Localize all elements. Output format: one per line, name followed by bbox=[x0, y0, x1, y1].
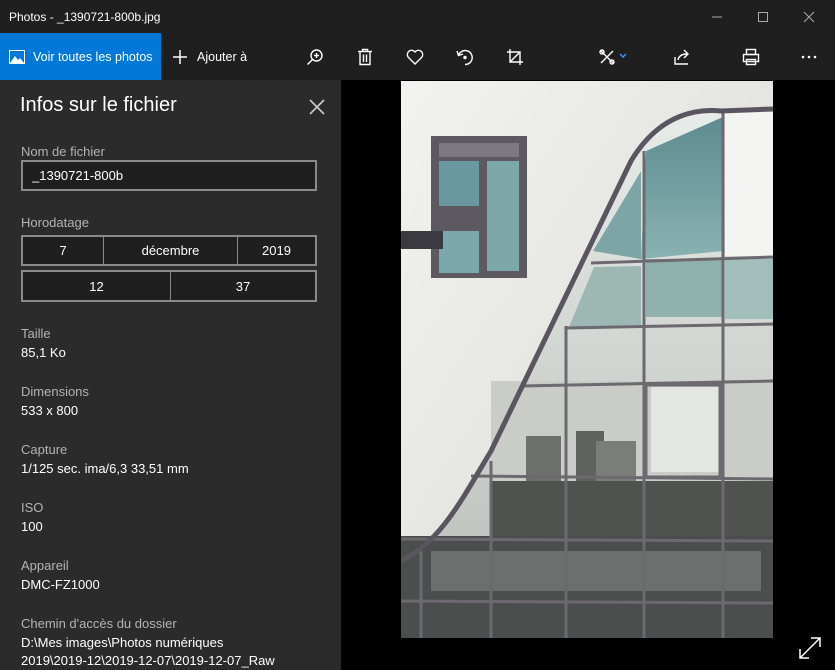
maximize-icon bbox=[758, 11, 768, 22]
filename-input[interactable] bbox=[23, 162, 315, 189]
more-options-button[interactable] bbox=[792, 33, 826, 80]
size-label: Taille bbox=[21, 326, 51, 341]
date-picker[interactable]: 7 décembre 2019 bbox=[21, 235, 317, 266]
maximize-button[interactable] bbox=[740, 0, 786, 33]
device-value: DMC-FZ1000 bbox=[21, 577, 100, 592]
fullscreen-button[interactable] bbox=[797, 635, 823, 661]
year-field[interactable]: 2019 bbox=[237, 237, 315, 264]
dimensions-label: Dimensions bbox=[21, 384, 89, 399]
crop-icon bbox=[507, 48, 523, 65]
gallery-icon bbox=[9, 49, 25, 64]
expand-icon bbox=[799, 637, 821, 659]
toolbar: Voir toutes les photos Ajouter à bbox=[0, 33, 835, 80]
capture-value: 1/125 sec. ima/6,3 33,51 mm bbox=[21, 461, 189, 476]
folder-path-line-1: D:\Mes images\Photos numériques bbox=[21, 635, 224, 650]
delete-icon bbox=[358, 48, 372, 65]
minute-field[interactable]: 37 bbox=[170, 272, 315, 300]
crop-button[interactable] bbox=[498, 33, 532, 80]
zoom-icon bbox=[307, 48, 323, 65]
rotate-icon bbox=[456, 49, 473, 65]
month-field[interactable]: décembre bbox=[103, 237, 237, 264]
delete-button[interactable] bbox=[348, 33, 382, 80]
close-icon bbox=[803, 11, 815, 22]
close-window-button[interactable] bbox=[786, 0, 832, 33]
add-to-button[interactable]: Ajouter à bbox=[172, 33, 247, 80]
heart-icon bbox=[406, 49, 424, 65]
edit-button[interactable] bbox=[590, 33, 640, 80]
size-value: 85,1 Ko bbox=[21, 345, 66, 360]
panel-title: Infos sur le fichier bbox=[20, 94, 177, 116]
close-icon bbox=[309, 99, 325, 115]
title-bar: Photos - _1390721-800b.jpg bbox=[0, 0, 835, 33]
add-to-label: Ajouter à bbox=[197, 49, 248, 64]
view-all-photos-button[interactable]: Voir toutes les photos bbox=[0, 33, 161, 80]
iso-label: ISO bbox=[21, 500, 44, 515]
photo bbox=[401, 81, 773, 638]
share-icon bbox=[674, 49, 689, 65]
window-title: Photos - _1390721-800b.jpg bbox=[9, 9, 161, 24]
folder-path-line-2: 2019\2019-12\2019-12-07\2019-12-07_Raw bbox=[21, 653, 275, 668]
capture-label: Capture bbox=[21, 442, 68, 457]
time-picker[interactable]: 12 37 bbox=[21, 270, 317, 302]
iso-value: 100 bbox=[21, 519, 43, 534]
minimize-button[interactable] bbox=[694, 0, 740, 33]
day-field[interactable]: 7 bbox=[23, 237, 103, 264]
timestamp-label: Horodatage bbox=[21, 215, 89, 230]
print-button[interactable] bbox=[734, 33, 768, 80]
print-icon bbox=[742, 48, 760, 65]
filename-field[interactable] bbox=[21, 160, 317, 191]
device-label: Appareil bbox=[21, 558, 69, 573]
hour-field[interactable]: 12 bbox=[23, 272, 170, 300]
edit-icon bbox=[599, 48, 627, 65]
zoom-button[interactable] bbox=[298, 33, 332, 80]
dimensions-value: 533 x 800 bbox=[21, 403, 79, 418]
file-info-panel: Infos sur le fichier Nom de fichier Horo… bbox=[0, 80, 341, 670]
view-all-photos-label: Voir toutes les photos bbox=[33, 49, 153, 64]
favorite-button[interactable] bbox=[398, 33, 432, 80]
more-icon bbox=[801, 55, 817, 58]
share-button[interactable] bbox=[665, 33, 699, 80]
minimize-icon bbox=[712, 16, 722, 17]
image-viewer bbox=[341, 80, 835, 670]
folder-path-label: Chemin d'accès du dossier bbox=[21, 616, 177, 631]
plus-icon bbox=[173, 49, 187, 64]
close-panel-button[interactable] bbox=[304, 94, 330, 120]
filename-label: Nom de fichier bbox=[21, 144, 105, 159]
rotate-button[interactable] bbox=[448, 33, 482, 80]
